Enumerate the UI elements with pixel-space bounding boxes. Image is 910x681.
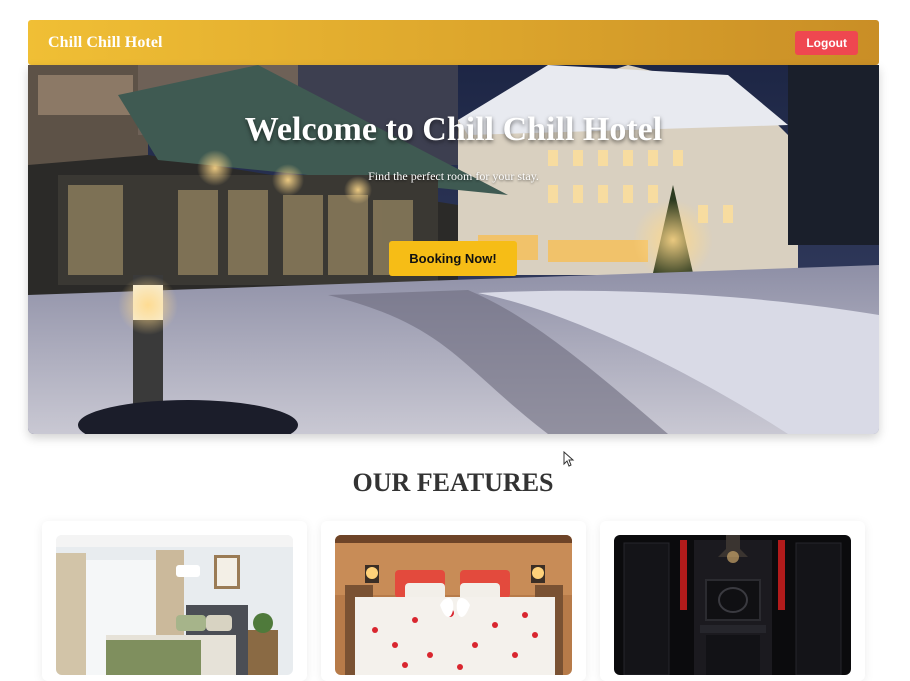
feature-image-romantic-room	[335, 535, 572, 675]
logout-button[interactable]: Logout	[795, 30, 858, 55]
mouse-pointer-icon	[563, 451, 575, 467]
brand-title[interactable]: Chill Chill Hotel	[48, 34, 163, 52]
feature-card-bright-room[interactable]	[42, 521, 307, 681]
booking-now-button[interactable]: Booking Now!	[389, 241, 517, 276]
feature-image-dark-room	[614, 535, 851, 675]
feature-card-romantic-room[interactable]	[321, 521, 586, 681]
feature-card-dark-room[interactable]	[600, 521, 865, 681]
features-heading: OUR FEATURES	[352, 468, 554, 497]
top-navbar: Chill Chill Hotel Logout	[28, 20, 879, 65]
hero-banner: Welcome to Chill Chill Hotel Find the pe…	[28, 65, 879, 434]
feature-image-bright-room	[56, 535, 293, 675]
hero-subtitle: Find the perfect room for your stay.	[368, 169, 539, 183]
hero-title: Welcome to Chill Chill Hotel	[244, 111, 663, 148]
